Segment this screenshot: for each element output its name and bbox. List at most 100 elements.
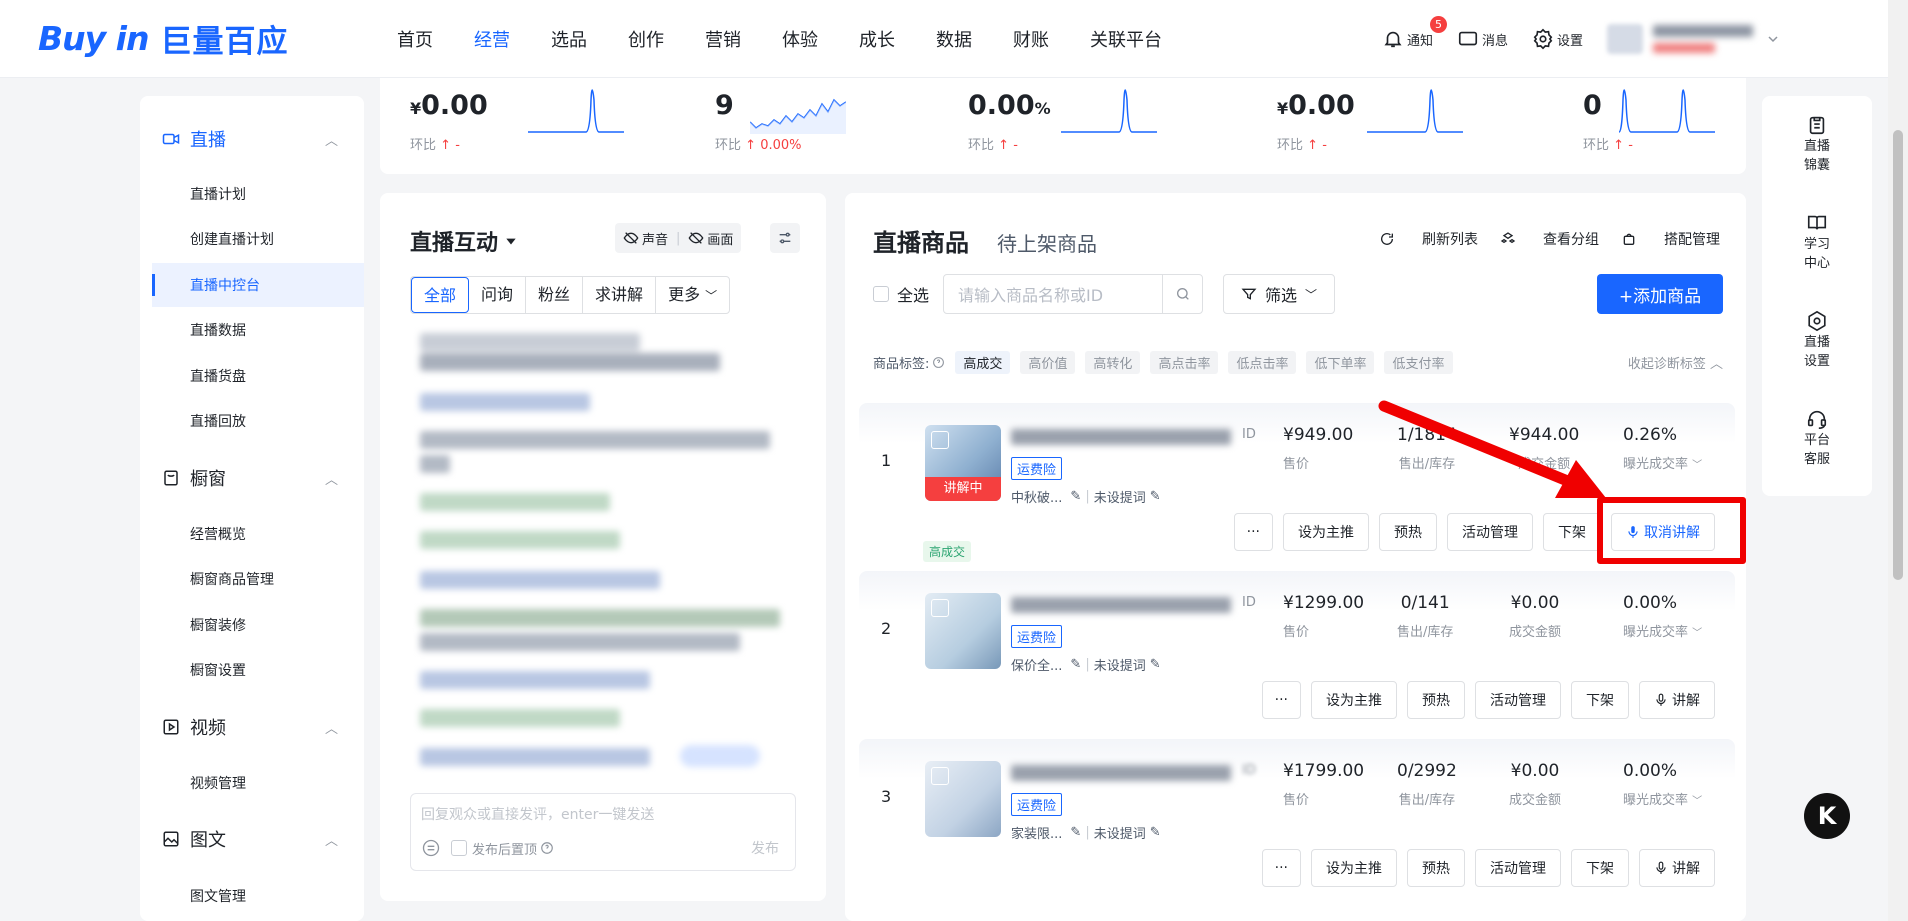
rail-live-tips[interactable]: 直播锦囊: [1762, 114, 1872, 176]
more-actions-button[interactable]: ···: [1233, 513, 1273, 551]
product-checkbox[interactable]: [931, 767, 949, 785]
product-search-input[interactable]: 请输入商品名称或ID: [943, 274, 1204, 314]
page-scrollbar[interactable]: [1888, 0, 1908, 921]
tab-pending-products[interactable]: 待上架商品: [997, 228, 1097, 257]
product-name[interactable]: [1011, 765, 1231, 781]
notify-button[interactable]: 通知 5: [1382, 16, 1447, 50]
send-button[interactable]: 发布: [751, 838, 779, 858]
sidebar-item-window-settings[interactable]: 橱窗设置: [190, 660, 246, 680]
preheat-button[interactable]: 预热: [1407, 681, 1465, 719]
sidebar-item-live-plan[interactable]: 直播计划: [190, 184, 246, 204]
tab-all[interactable]: 全部: [411, 277, 470, 313]
tab-fans[interactable]: 粉丝: [526, 277, 584, 313]
preheat-button[interactable]: 预热: [1407, 849, 1465, 887]
tag-low-order[interactable]: 低下单率: [1306, 351, 1375, 374]
sidebar-item-live-replay[interactable]: 直播回放: [190, 411, 246, 431]
sidebar-item-live-goods[interactable]: 直播货盘: [190, 366, 246, 386]
tab-more[interactable]: 更多 ﹀: [656, 277, 729, 313]
sidebar-item-video-manage[interactable]: 视频管理: [190, 773, 246, 793]
tag-high-ctr[interactable]: 高点击率: [1150, 351, 1219, 374]
tag-high-convert[interactable]: 高转化: [1085, 351, 1141, 374]
product-thumbnail[interactable]: [925, 593, 1001, 669]
tag-high-deal[interactable]: 高成交: [955, 351, 1011, 374]
set-main-button[interactable]: 设为主推: [1311, 849, 1397, 887]
tag-low-pay[interactable]: 低支付率: [1384, 351, 1453, 374]
picture-toggle[interactable]: 画面: [688, 229, 733, 248]
add-product-button[interactable]: +添加商品: [1597, 274, 1723, 314]
more-actions-button[interactable]: ···: [1261, 849, 1301, 887]
settings-button[interactable]: 设置: [1532, 28, 1583, 50]
pin-checkbox[interactable]: [451, 840, 467, 856]
match-manage-button[interactable]: 搭配管理: [1621, 229, 1720, 249]
edit-icon[interactable]: ✎: [1070, 489, 1081, 504]
view-groups-button[interactable]: 查看分组: [1500, 229, 1599, 249]
rail-live-settings[interactable]: 直播设置: [1762, 310, 1872, 372]
search-icon[interactable]: [1162, 275, 1202, 313]
product-id[interactable]: ID: [1242, 427, 1256, 442]
delist-button[interactable]: 下架: [1571, 681, 1629, 719]
user-menu[interactable]: [1607, 24, 1782, 54]
message-button[interactable]: 消息: [1457, 28, 1508, 50]
sidebar-section-video[interactable]: 视频 ︿: [162, 714, 352, 740]
tab-request-explain[interactable]: 求讲解: [583, 277, 657, 313]
sidebar-item-create-live-plan[interactable]: 创建直播计划: [190, 229, 274, 249]
sidebar-item-window-decor[interactable]: 橱窗装修: [190, 615, 246, 635]
emoji-list-icon[interactable]: [421, 838, 441, 858]
sidebar-item-window-goods[interactable]: 橱窗商品管理: [190, 569, 274, 589]
rail-learning-center[interactable]: 学习中心: [1762, 212, 1872, 274]
edit-icon[interactable]: ✎: [1150, 825, 1161, 840]
product-id[interactable]: ID: [1242, 763, 1256, 778]
scrollbar-thumb[interactable]: [1893, 130, 1903, 580]
nav-select[interactable]: 选品: [551, 26, 587, 52]
collapse-tags-button[interactable]: 收起诊断标签 ︿: [1628, 353, 1723, 372]
explain-button[interactable]: 讲解: [1639, 849, 1715, 887]
nav-marketing[interactable]: 营销: [705, 26, 741, 52]
product-thumbnail[interactable]: [925, 761, 1001, 837]
sidebar-section-article[interactable]: 图文 ︿: [162, 826, 352, 852]
tag-low-ctr[interactable]: 低点击率: [1228, 351, 1297, 374]
sidebar-section-live[interactable]: 直播 ︿: [162, 126, 352, 152]
refresh-list-button[interactable]: 刷新列表: [1379, 229, 1478, 249]
floating-assistant-button[interactable]: K: [1804, 793, 1850, 839]
set-main-button[interactable]: 设为主推: [1311, 681, 1397, 719]
select-all-checkbox[interactable]: [873, 286, 889, 302]
product-name[interactable]: [1011, 429, 1231, 445]
sound-toggle[interactable]: 声音: [623, 229, 668, 248]
delist-button[interactable]: 下架: [1543, 513, 1601, 551]
sidebar-section-window[interactable]: 橱窗 ︿: [162, 465, 352, 491]
rail-customer-service[interactable]: 平台客服: [1762, 408, 1872, 470]
sidebar-item-overview[interactable]: 经营概览: [190, 524, 246, 544]
filter-dropdown[interactable]: 筛选 ﹀: [1223, 274, 1336, 314]
nav-growth[interactable]: 成长: [859, 26, 895, 52]
explain-button[interactable]: 讲解: [1639, 681, 1715, 719]
product-checkbox[interactable]: [931, 431, 949, 449]
tab-inquiry[interactable]: 问询: [469, 277, 527, 313]
sidebar-item-live-data[interactable]: 直播数据: [190, 320, 246, 340]
sidebar-item-live-console[interactable]: 直播中控台: [190, 275, 260, 295]
nav-finance[interactable]: 财账: [1013, 26, 1049, 52]
reply-box[interactable]: 回复观众或直接发评，enter一键发送 发布后置顶 发布: [410, 793, 796, 871]
product-name[interactable]: [1011, 597, 1231, 613]
nav-operate[interactable]: 经营: [474, 26, 510, 52]
layout-settings-button[interactable]: [770, 223, 800, 253]
reply-input[interactable]: 回复观众或直接发评，enter一键发送: [421, 804, 654, 824]
activity-manage-button[interactable]: 活动管理: [1475, 849, 1561, 887]
brand-logo[interactable]: Buy in 巨量百应: [38, 14, 288, 62]
edit-icon[interactable]: ✎: [1070, 657, 1081, 672]
edit-icon[interactable]: ✎: [1070, 825, 1081, 840]
product-checkbox[interactable]: [931, 599, 949, 617]
nav-linked-platform[interactable]: 关联平台: [1090, 26, 1162, 52]
tab-live-products[interactable]: 直播商品: [873, 223, 969, 258]
edit-icon[interactable]: ✎: [1150, 657, 1161, 672]
nav-experience[interactable]: 体验: [782, 26, 818, 52]
nav-home[interactable]: 首页: [397, 26, 433, 52]
sidebar-item-article-manage[interactable]: 图文管理: [190, 886, 246, 906]
activity-manage-button[interactable]: 活动管理: [1447, 513, 1533, 551]
nav-create[interactable]: 创作: [628, 26, 664, 52]
more-actions-button[interactable]: ···: [1261, 681, 1301, 719]
nav-data[interactable]: 数据: [936, 26, 972, 52]
set-main-button[interactable]: 设为主推: [1283, 513, 1369, 551]
tag-high-value[interactable]: 高价值: [1020, 351, 1076, 374]
preheat-button[interactable]: 预热: [1379, 513, 1437, 551]
edit-icon[interactable]: ✎: [1150, 489, 1161, 504]
